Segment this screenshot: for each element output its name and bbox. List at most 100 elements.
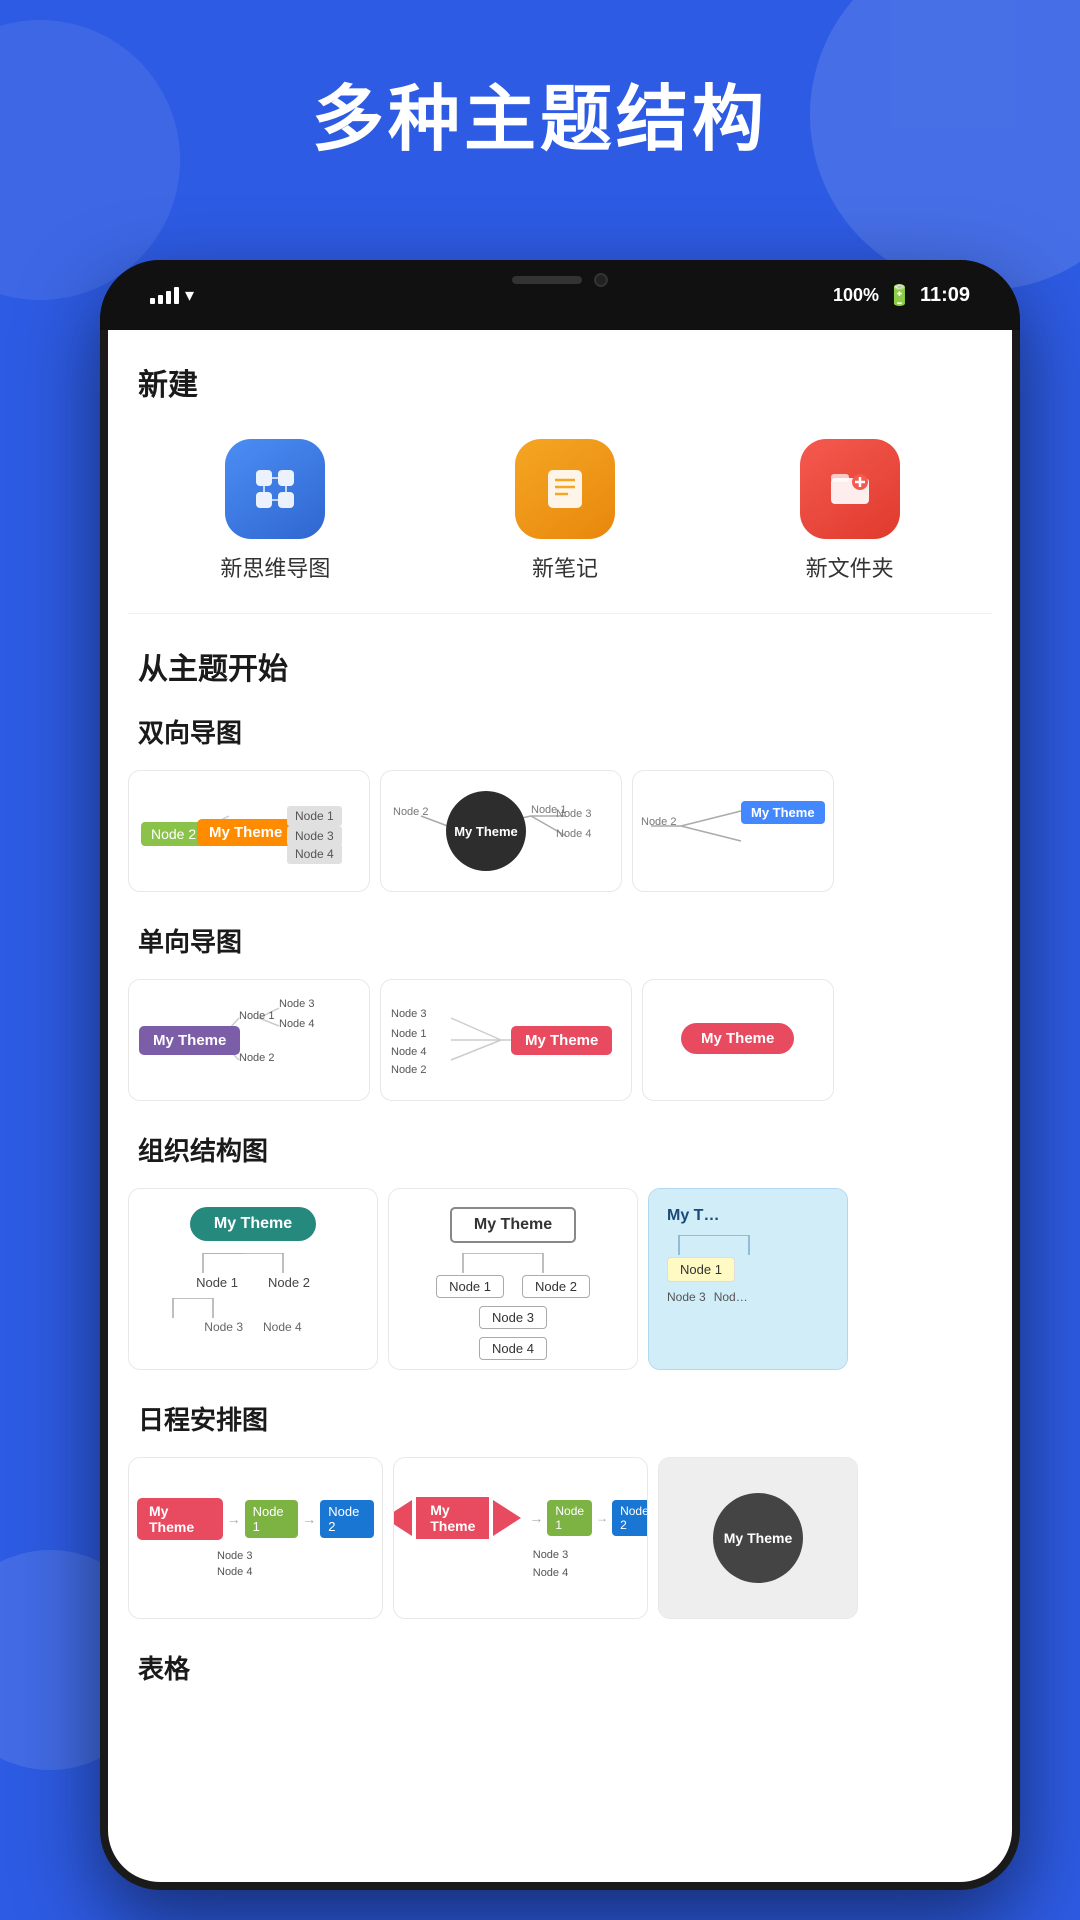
org2-mytheme: My Theme [450, 1207, 576, 1243]
unidirectional-cards-row: My Theme Node 1 Node 2 Node 3 Node 4 [108, 969, 1012, 1121]
signal-bars-icon [150, 286, 179, 304]
bidir-card-1[interactable]: Node 2 My Theme Node 1 Node 3 Node 4 [128, 770, 370, 892]
wifi-icon: ▾ [185, 285, 194, 306]
schedule-card-3[interactable]: My Theme [658, 1457, 858, 1619]
folder-svg [823, 462, 877, 516]
unidir1-node1: Node 1 [239, 1010, 274, 1022]
new-mindmap-button[interactable]: 新思维导图 [220, 439, 330, 583]
new-note-label: 新笔记 [532, 551, 598, 583]
new-mindmap-label: 新思维导图 [220, 551, 330, 583]
org3-nodex: Nod… [714, 1290, 748, 1304]
battery-indicator: 100% [833, 285, 879, 306]
sched3-mytheme: My Theme [713, 1493, 803, 1583]
org1-node2: Node 2 [268, 1275, 310, 1290]
unidir-card-2[interactable]: Node 3 Node 1 Node 4 Node 2 My Theme [380, 979, 632, 1101]
page-title-area: 多种主题结构 [0, 60, 1080, 165]
org1-node3: Node 3 [204, 1320, 243, 1334]
unidir2-node2: Node 2 [391, 1064, 426, 1076]
signal-bar-2 [158, 295, 163, 304]
schedule-card-2[interactable]: My Theme → Node 1 → Node 2 Node 3 Node 4 [393, 1457, 648, 1619]
sched1-mytheme: My Theme [137, 1498, 223, 1540]
note-icon [515, 439, 615, 539]
org3-node1: Node 1 [667, 1257, 735, 1282]
mindmap-icon [225, 439, 325, 539]
sched1-arrow1: → [227, 1511, 241, 1527]
schedule-cards-row: My Theme → Node 1 → Node 2 Node 3 Node 4 [108, 1447, 1012, 1639]
bidir3-node2: Node 2 [641, 816, 676, 828]
bidir-card-3[interactable]: Node 2 My Theme [632, 770, 834, 892]
bidir-card-2[interactable]: Node 2 My Theme Node 1 Node 3 Node 4 [380, 770, 622, 892]
sched1-node2: Node 2 [320, 1500, 374, 1538]
new-folder-button[interactable]: 新文件夹 [800, 439, 900, 583]
unidir1-node4: Node 4 [279, 1018, 314, 1030]
bidir2-node2: Node 2 [393, 806, 428, 818]
clock: 11:09 [920, 284, 970, 307]
signal-bar-1 [150, 298, 155, 304]
org3-node3: Node 3 [667, 1290, 706, 1304]
sched2-node2: Node 2 [612, 1500, 648, 1536]
sched2-node1: Node 1 [547, 1500, 592, 1536]
table-spacer [108, 1696, 1012, 1756]
sched2-arrow2: → [596, 1511, 608, 1525]
status-bar-right: 100% 🔋 11:09 [833, 283, 970, 308]
folder-icon [800, 439, 900, 539]
org3-lines [669, 1235, 829, 1255]
org-card-3[interactable]: My T… Node 1 Node 3 Nod… [648, 1188, 848, 1370]
org2-node1: Node 1 [436, 1275, 504, 1298]
schedule-header: 日程安排图 [108, 1390, 1012, 1447]
sched1-node3: Node 3 [217, 1550, 252, 1562]
unidir1-mytheme: My Theme [139, 1026, 240, 1055]
new-items-row: 新思维导图 新笔记 [108, 419, 1012, 613]
notch-speaker [512, 276, 582, 284]
notch-bar: ▾ 100% 🔋 11:09 [100, 260, 1020, 330]
note-svg [538, 462, 592, 516]
sched2-diamond-right [493, 1500, 521, 1536]
org2-node3: Node 3 [479, 1306, 547, 1329]
new-section-header: 新建 [108, 330, 1012, 419]
org1-node1: Node 1 [196, 1275, 238, 1290]
sched1-arrow2: → [302, 1511, 316, 1527]
unidirectional-header: 单向导图 [108, 912, 1012, 969]
bidir-mytheme: My Theme [197, 819, 294, 846]
page-main-title: 多种主题结构 [0, 60, 1080, 165]
bidir2-node4: Node 4 [556, 828, 591, 840]
unidir2-mytheme: My Theme [511, 1026, 612, 1055]
theme-section-header: 从主题开始 [108, 614, 1012, 703]
org-card-2[interactable]: My Theme Node 1 Node 2 Node 3 [388, 1188, 638, 1370]
org2-lines [413, 1253, 613, 1273]
sched2-node4: Node 4 [533, 1567, 568, 1579]
battery-icon: 🔋 [887, 283, 912, 308]
org-card-1[interactable]: My Theme Node 1 Node 2 [128, 1188, 378, 1370]
signal-bar-4 [174, 287, 179, 304]
unidir1-node2: Node 2 [239, 1052, 274, 1064]
unidir3-mytheme: My Theme [681, 1023, 794, 1054]
bidirectional-header: 双向导图 [108, 703, 1012, 760]
phone-frame: ▾ 100% 🔋 11:09 新建 [100, 260, 1020, 1890]
new-note-button[interactable]: 新笔记 [515, 439, 615, 583]
notch-camera [594, 273, 608, 287]
phone-screen[interactable]: 新建 新思维导图 [108, 330, 1012, 1882]
org1-node4: Node 4 [263, 1320, 302, 1334]
unidir-card-3[interactable]: My Theme [642, 979, 834, 1101]
org1-mytheme: My Theme [190, 1207, 316, 1241]
unidir2-node4: Node 4 [391, 1046, 426, 1058]
org1-lines2 [143, 1298, 363, 1318]
sched1-node1: Node 1 [245, 1500, 299, 1538]
unidir2-node3: Node 3 [391, 1008, 426, 1020]
new-folder-label: 新文件夹 [806, 551, 894, 583]
bidir-node4: Node 4 [287, 844, 342, 864]
sched2-mytheme: My Theme [416, 1497, 489, 1539]
bidir-node1: Node 1 [287, 806, 342, 826]
unidir-card-1[interactable]: My Theme Node 1 Node 2 Node 3 Node 4 [128, 979, 370, 1101]
org-header: 组织结构图 [108, 1121, 1012, 1178]
org-cards-row: My Theme Node 1 Node 2 [108, 1178, 1012, 1390]
mindmap-svg [248, 462, 302, 516]
sched2-arrow: → [529, 1510, 543, 1526]
status-bar-left: ▾ [150, 285, 194, 306]
phone-notch [460, 260, 660, 300]
sched2-node3: Node 3 [533, 1549, 568, 1561]
schedule-card-1[interactable]: My Theme → Node 1 → Node 2 Node 3 Node 4 [128, 1457, 383, 1619]
signal-bar-3 [166, 291, 171, 304]
bidirectional-cards-row: Node 2 My Theme Node 1 Node 3 Node 4 [108, 760, 1012, 912]
sched1-node4: Node 4 [217, 1566, 252, 1578]
